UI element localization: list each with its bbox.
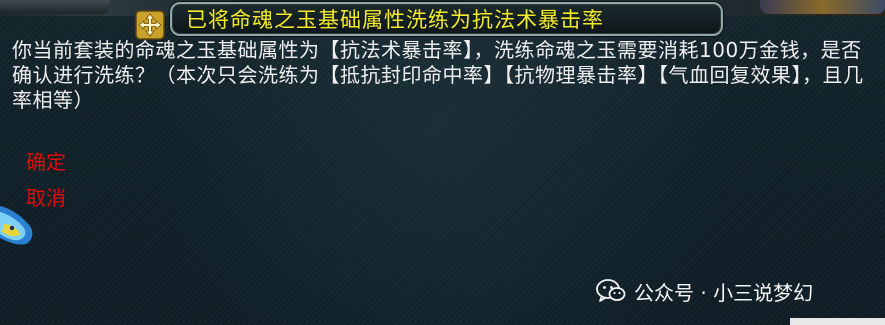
top-right-scene <box>760 0 885 14</box>
wechat-icon <box>596 279 626 302</box>
watermark-text: 公众号 · 小三说梦幻 <box>634 280 814 305</box>
bottom-border <box>790 318 885 325</box>
pet-head-icon <box>0 206 33 245</box>
top-left-scene <box>0 0 110 14</box>
move-arrows-icon[interactable] <box>135 10 165 40</box>
dialog-title: 已将命魂之玉基础属性洗练为抗法术暴击率 <box>186 8 604 32</box>
confirm-option[interactable]: 确定 <box>26 150 66 174</box>
dialog-title-bar: 已将命魂之玉基础属性洗练为抗法术暴击率 <box>170 2 723 36</box>
dialog-message: 你当前套装的命魂之玉基础属性为【抗法术暴击率】，洗练命魂之玉需要消耗100万金钱… <box>12 38 864 112</box>
watermark: 公众号 · 小三说梦幻 <box>596 277 813 305</box>
game-window: 已将命魂之玉基础属性洗练为抗法术暴击率 你当前套装的命魂之玉基础属性为【抗法术暴… <box>0 0 885 325</box>
